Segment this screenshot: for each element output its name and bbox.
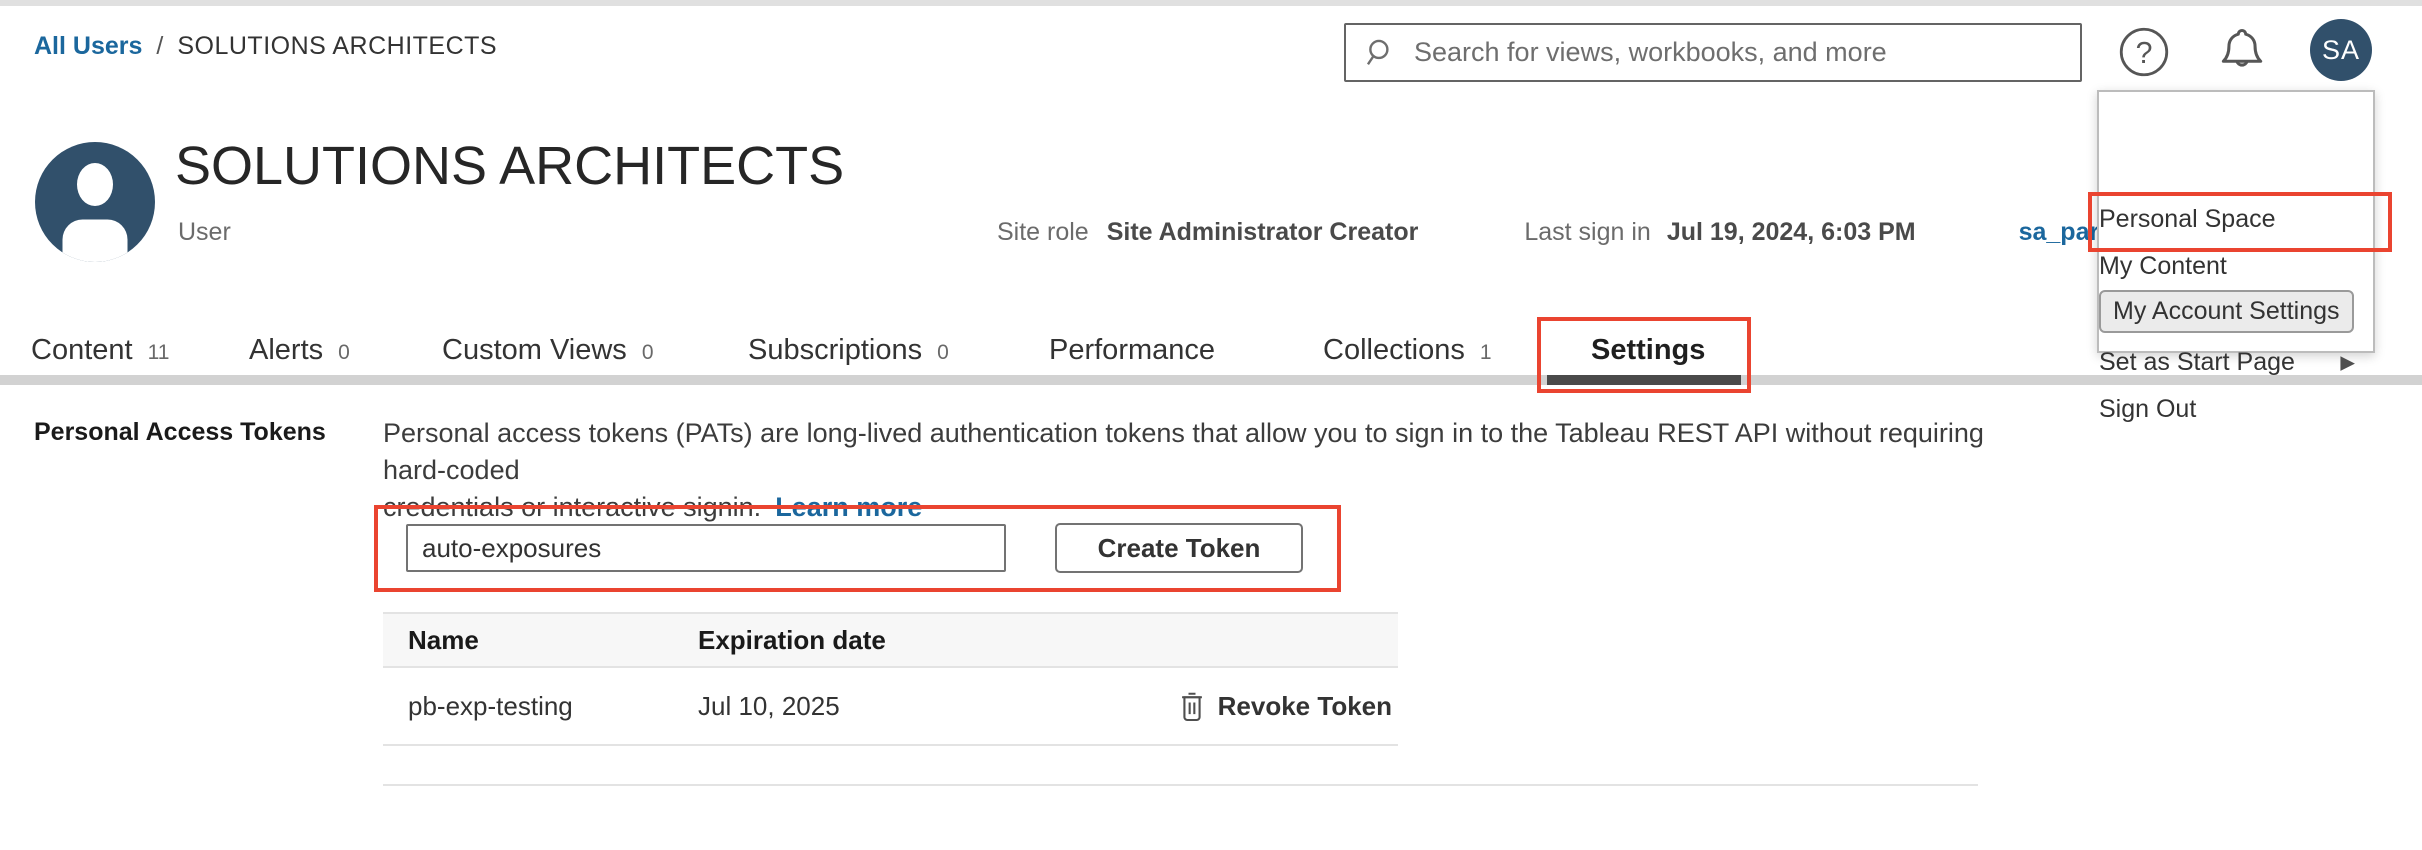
tab-label: Subscriptions <box>748 334 922 367</box>
search-icon <box>1364 36 1398 70</box>
column-header-expiration: Expiration date <box>698 625 1398 656</box>
create-token-button[interactable]: Create Token <box>1055 523 1303 573</box>
last-sign-in-value: Jul 19, 2024, 6:03 PM <box>1667 218 1916 247</box>
tab-content[interactable]: Content 11 <box>31 334 169 367</box>
profile-tabs: Content 11 Alerts 0 Custom Views 0 Subsc… <box>0 326 2422 375</box>
token-expiration-cell: Jul 10, 2025 <box>698 691 1178 722</box>
tab-alerts[interactable]: Alerts 0 <box>249 334 350 367</box>
menu-item-label: Personal Space <box>2099 205 2276 234</box>
trash-icon <box>1178 689 1206 723</box>
menu-item-my-account-settings[interactable]: My Account Settings <box>2099 288 2377 335</box>
tab-subscriptions[interactable]: Subscriptions 0 <box>748 334 949 367</box>
tab-collections[interactable]: Collections 1 <box>1323 334 1492 367</box>
profile-subtitle: User <box>178 218 231 247</box>
tab-performance[interactable]: Performance <box>1049 334 1215 367</box>
menu-item-label: My Account Settings <box>2099 290 2354 333</box>
tab-label: Custom Views <box>442 334 627 367</box>
breadcrumb-separator: / <box>156 32 163 61</box>
svg-text:?: ? <box>2136 37 2153 70</box>
menu-item-label: Sign Out <box>2099 395 2196 424</box>
menu-item-label: My Content <box>2099 252 2227 281</box>
menu-item-my-content[interactable]: My Content <box>2099 243 2377 290</box>
user-profile-avatar <box>35 142 155 262</box>
revoke-token-label: Revoke Token <box>1218 691 1392 722</box>
tab-label: Alerts <box>249 334 323 367</box>
tab-label: Settings <box>1591 334 1705 367</box>
tab-custom-views[interactable]: Custom Views 0 <box>442 334 654 367</box>
section-divider <box>383 784 1978 786</box>
token-name-input[interactable] <box>406 524 1006 572</box>
tokens-table: Name Expiration date pb-exp-testing Jul … <box>383 612 1398 746</box>
learn-more-link[interactable]: Learn more <box>775 492 922 522</box>
notifications-button[interactable] <box>2214 22 2270 80</box>
submenu-arrow-icon: ▶ <box>2340 351 2355 374</box>
person-icon <box>35 142 155 262</box>
page-title: SOLUTIONS ARCHITECTS <box>175 135 844 197</box>
menu-item-label: Set as Start Page <box>2099 348 2295 377</box>
token-name-cell: pb-exp-testing <box>383 691 698 722</box>
breadcrumb-current-page: SOLUTIONS ARCHITECTS <box>177 32 497 61</box>
search-input[interactable] <box>1414 37 2080 68</box>
tab-count: 1 <box>1480 341 1492 365</box>
user-menu: Personal Space My Content My Account Set… <box>2097 90 2375 353</box>
breadcrumb-all-users-link[interactable]: All Users <box>34 32 142 61</box>
avatar-initials: SA <box>2322 35 2360 66</box>
tab-label: Content <box>31 334 133 367</box>
pat-section-label: Personal Access Tokens <box>34 418 326 447</box>
tab-count: 0 <box>338 341 350 365</box>
column-header-name: Name <box>383 625 698 656</box>
revoke-token-button[interactable]: Revoke Token <box>1178 689 1398 723</box>
window-top-strip <box>0 0 2422 6</box>
menu-item-personal-space[interactable]: Personal Space <box>2099 196 2377 243</box>
last-sign-in-label: Last sign in <box>1524 218 1650 247</box>
pat-description-line2: credentials or interactive signin. <box>383 492 761 522</box>
pat-description: Personal access tokens (PATs) are long-l… <box>383 415 2003 526</box>
tab-count: 0 <box>937 341 949 365</box>
tab-label: Collections <box>1323 334 1465 367</box>
tokens-table-header: Name Expiration date <box>383 612 1398 668</box>
tab-settings[interactable]: Settings <box>1591 334 1705 367</box>
breadcrumb: All Users / SOLUTIONS ARCHITECTS <box>34 32 497 61</box>
table-row: pb-exp-testing Jul 10, 2025 Revoke Token <box>383 668 1398 746</box>
menu-item-set-start-page[interactable]: Set as Start Page ▶ <box>2099 339 2377 386</box>
profile-meta: Site role Site Administrator Creator Las… <box>997 218 2233 247</box>
tab-label: Performance <box>1049 334 1215 367</box>
site-role-label: Site role <box>997 218 1089 247</box>
menu-item-sign-out[interactable]: Sign Out <box>2099 386 2377 433</box>
tab-count: 0 <box>642 341 654 365</box>
pat-description-line1: Personal access tokens (PATs) are long-l… <box>383 418 1984 485</box>
tabbar-track <box>0 375 2422 385</box>
tab-count: 11 <box>148 341 170 365</box>
help-button[interactable]: ? <box>2118 26 2170 78</box>
user-avatar-button[interactable]: SA <box>2310 19 2372 81</box>
site-role-value: Site Administrator Creator <box>1107 218 1419 247</box>
active-tab-underline <box>1547 375 1741 385</box>
global-search[interactable] <box>1344 23 2082 82</box>
bell-icon <box>2214 22 2270 80</box>
help-icon: ? <box>2118 26 2170 78</box>
